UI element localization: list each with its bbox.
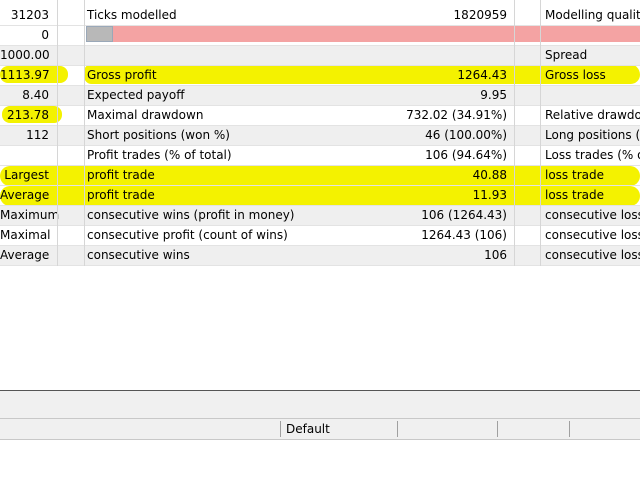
status-profile-label: Default	[286, 422, 330, 436]
max-consecutive-wins-label: consecutive wins (profit in money)	[87, 208, 295, 222]
column-divider	[57, 0, 58, 266]
status-separator	[397, 421, 398, 437]
modelling-quality-label: Modelling quality	[545, 8, 640, 22]
largest-profit-trade-value: 40.88	[472, 168, 507, 182]
profit-trades-label: Profit trades (% of total)	[87, 148, 232, 162]
maximal-label: Maximal	[0, 228, 51, 242]
profit-factor-value: 8.40	[22, 88, 49, 102]
absolute-drawdown-value: 213.78	[7, 108, 49, 122]
average-label: Average	[0, 188, 50, 202]
row-average-consecutive: Average consecutive wins 106 consecutive…	[0, 246, 640, 266]
gross-profit-label: Gross profit	[87, 68, 157, 82]
maximal-consecutive-profit-label: consecutive profit (count of wins)	[87, 228, 288, 242]
average-consecutive-wins-value: 106	[484, 248, 507, 262]
bars-in-test-value: 31203	[10, 8, 49, 22]
average-loss-trade-label: loss trade	[545, 188, 604, 202]
ticks-modelled-value: 1820959	[453, 8, 507, 22]
status-separator	[280, 421, 281, 437]
average-consecutive-wins-label: consecutive wins	[87, 248, 190, 262]
row-expected-payoff: 8.40 Expected payoff 9.95	[0, 86, 640, 106]
long-positions-label: Long positions (wo	[545, 128, 640, 142]
row-gross: 1113.97 Gross profit 1264.43 Gross loss	[0, 66, 640, 86]
row-drawdown: 213.78 Maximal drawdown 732.02 (34.91%) …	[0, 106, 640, 126]
row-positions: 112 Short positions (won %) 46 (100.00%)…	[0, 126, 640, 146]
short-positions-value: 46 (100.00%)	[425, 128, 507, 142]
row-max-consecutive-wins: Maximum consecutive wins (profit in mone…	[0, 206, 640, 226]
ticks-modelled-label: Ticks modelled	[87, 8, 177, 22]
row-largest: Largest profit trade 40.88 loss trade	[0, 166, 640, 186]
expected-payoff-value: 9.95	[480, 88, 507, 102]
mismatched-errors-value: 0	[41, 28, 49, 42]
gross-profit-value: 1264.43	[457, 68, 507, 82]
max-consecutive-losses-label: consecutive losses	[545, 208, 640, 222]
average-consecutive-label: Average	[0, 248, 50, 262]
maximal-drawdown-label: Maximal drawdown	[87, 108, 204, 122]
row-ticks: 31203 Ticks modelled 1820959 Modelling q…	[0, 6, 640, 26]
average-consecutive-losses-label: consecutive losses	[545, 248, 640, 262]
total-net-profit-value: 1113.97	[0, 68, 50, 82]
max-consecutive-wins-value: 106 (1264.43)	[421, 208, 507, 222]
modelling-quality-bar-remaining	[113, 26, 640, 42]
spread-label: Spread	[545, 48, 588, 62]
column-divider	[514, 0, 515, 266]
status-separator	[569, 421, 570, 437]
largest-profit-trade-label: profit trade	[87, 168, 155, 182]
row-maximal-consecutive-profit: Maximal consecutive profit (count of win…	[0, 226, 640, 246]
row-average: Average profit trade 11.93 loss trade	[0, 186, 640, 206]
largest-loss-trade-label: loss trade	[545, 168, 604, 182]
maximal-consecutive-profit-value: 1264.43 (106)	[421, 228, 507, 242]
expected-payoff-label: Expected payoff	[87, 88, 185, 102]
column-divider	[540, 0, 541, 266]
profit-trades-value: 106 (94.64%)	[425, 148, 507, 162]
average-profit-trade-value: 11.93	[472, 188, 507, 202]
average-profit-trade-label: profit trade	[87, 188, 155, 202]
maximal-consecutive-loss-label: consecutive loss (c	[545, 228, 640, 242]
loss-trades-label: Loss trades (% of t	[545, 148, 640, 162]
row-profit-trades: Profit trades (% of total) 106 (94.64%) …	[0, 146, 640, 166]
tester-report-table: 31203 Ticks modelled 1820959 Modelling q…	[0, 0, 640, 390]
short-positions-label: Short positions (won %)	[87, 128, 230, 142]
initial-deposit-value: 1000.00	[0, 48, 50, 62]
column-divider	[84, 0, 85, 266]
modelling-quality-bar-fill	[86, 26, 113, 42]
status-separator	[497, 421, 498, 437]
maximal-drawdown-value: 732.02 (34.91%)	[406, 108, 507, 122]
maximum-label: Maximum	[0, 208, 60, 222]
gross-loss-label: Gross loss	[545, 68, 606, 82]
relative-drawdown-label: Relative drawdown	[545, 108, 640, 122]
largest-label: Largest	[4, 168, 49, 182]
total-trades-value: 112	[26, 128, 49, 142]
row-deposit: 1000.00 Spread	[0, 46, 640, 66]
tester-tab-area	[0, 391, 640, 419]
blank-area	[0, 440, 640, 480]
status-bar: Default	[0, 419, 640, 440]
